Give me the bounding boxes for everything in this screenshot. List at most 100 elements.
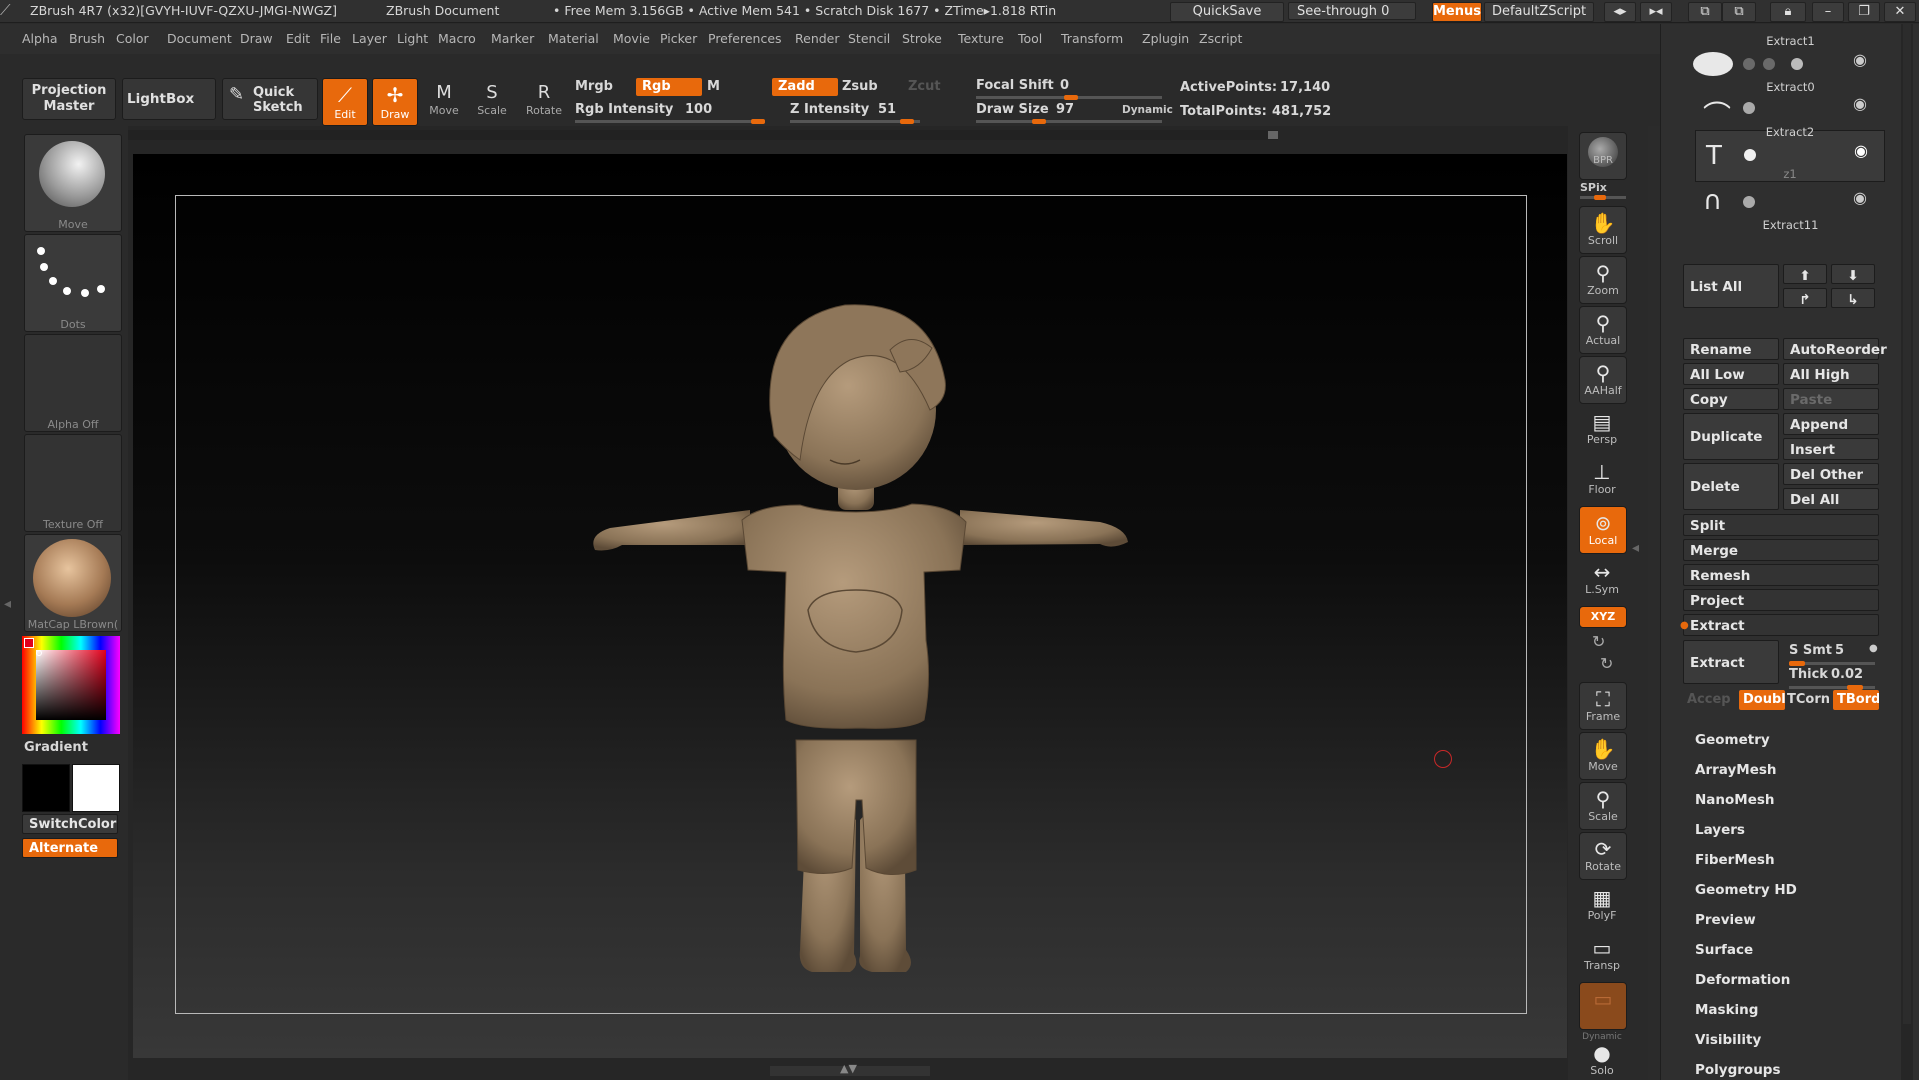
left-tray-arrow-icon[interactable]: ◂ [4,596,12,656]
main-color-black[interactable] [22,764,70,812]
projection-master-button[interactable]: Projection Master [22,78,116,120]
copy-button[interactable]: Copy [1683,388,1779,410]
subtool-eye-icon-a[interactable] [1791,58,1803,70]
menu-material[interactable]: Material [548,31,599,46]
switchcolor-button[interactable]: SwitchColor [22,814,118,834]
zoom-button[interactable]: ⚲ Zoom [1579,256,1627,304]
menu-stencil[interactable]: Stencil [848,31,890,46]
subtool-extract0[interactable]: Extract0 ⌒ ◉ [1703,80,1878,132]
right-tray-arrow-icon[interactable]: ◂ [1632,540,1639,556]
extract-button[interactable]: Extract [1683,640,1779,684]
remesh-section[interactable]: Remesh [1683,564,1879,586]
edit-button[interactable]: ⟋ Edit [322,78,368,126]
subtool-extract1[interactable]: Extract1 ◉ [1693,30,1878,76]
bpr-button[interactable]: BPR [1579,132,1627,180]
move-up-arrow-icon[interactable]: ⬆ [1783,264,1827,284]
color-picker[interactable] [22,636,120,734]
rotate-mode-button[interactable]: R Rotate [520,78,568,124]
gradient-toggle[interactable]: Gradient [24,740,88,755]
collapse-left-icon[interactable]: ◂▸ [1604,2,1636,22]
polypaint-toggle-icon[interactable] [1744,149,1756,161]
panel-scroll-thumb[interactable] [1903,24,1911,1024]
layers-section[interactable]: Layers [1695,822,1895,838]
minimize-icon[interactable]: – [1812,2,1844,22]
menu-color[interactable]: Color [116,31,149,46]
move-bottom-arrow-icon[interactable]: ↳ [1831,288,1875,308]
lock-icon[interactable]: 🔒︎ [1770,2,1806,22]
mrgb-button[interactable]: Mrgb [575,79,613,94]
rotate-view-button[interactable]: ⟳ Rotate [1579,832,1627,880]
visibility-eye-icon[interactable]: ◉ [1854,141,1868,160]
menu-file[interactable]: File [320,31,341,46]
layout-alt-icon[interactable]: ⧉ [1722,2,1756,22]
frame-button[interactable]: ⛶ Frame [1579,682,1627,730]
visibility-eye-icon[interactable]: ◉ [1853,50,1867,69]
arraymesh-section[interactable]: ArrayMesh [1695,762,1895,778]
draw-size-slider[interactable]: Draw Size 97 Dynamic [976,100,1173,124]
xyz-button[interactable]: XYZ [1579,606,1627,628]
thick-slider[interactable]: Thick 0.02 [1785,664,1879,690]
zbrush-logo-icon[interactable]: ⟋ [0,1,11,19]
list-all-button[interactable]: List All [1683,264,1779,308]
masking-section[interactable]: Masking [1695,1002,1895,1018]
menu-alpha[interactable]: Alpha [22,31,58,46]
transp-button[interactable]: ▭ Transp [1579,932,1625,978]
bottom-tray-handle[interactable]: ▲▼ [770,1062,930,1076]
preview-section[interactable]: Preview [1695,912,1895,928]
zsub-button[interactable]: Zsub [842,79,878,94]
tcorner-toggle[interactable]: TCorn [1787,692,1830,707]
geometry-hd-section[interactable]: Geometry HD [1695,882,1895,898]
menu-edit[interactable]: Edit [286,31,310,46]
default-zscript-button[interactable]: DefaultZScript [1484,2,1594,22]
actual-button[interactable]: ⚲ Actual [1579,306,1627,354]
menus-button[interactable]: Menus [1432,2,1482,22]
restore-icon[interactable]: ❐ [1848,2,1880,22]
subtool-extract2-selected[interactable]: Extract2 T ◉ z1 [1695,125,1885,182]
scale-mode-button[interactable]: S Scale [470,78,514,124]
duplicate-button[interactable]: Duplicate [1683,413,1779,460]
geometry-section[interactable]: Geometry [1695,732,1895,748]
draw-button[interactable]: ✢ Draw [372,78,418,126]
delete-button[interactable]: Delete [1683,463,1779,510]
scroll-button[interactable]: ✋ Scroll [1579,206,1627,254]
z-intensity-slider[interactable]: Z Intensity 51 [790,100,920,124]
polyf-button[interactable]: ▦ PolyF [1579,882,1625,928]
menu-movie[interactable]: Movie [613,31,650,46]
menu-tool[interactable]: Tool [1018,31,1042,46]
menu-preferences[interactable]: Preferences [708,31,782,46]
mrgb-toggle-icon[interactable] [1763,58,1775,70]
menu-brush[interactable]: Brush [69,31,105,46]
quick-sketch-button[interactable]: ✎ Quick Sketch [222,78,318,120]
polygroups-section[interactable]: Polygroups [1695,1062,1895,1078]
split-section[interactable]: Split [1683,514,1879,536]
visibility-eye-icon[interactable]: ◉ [1853,188,1867,207]
ghost-button[interactable]: ▭ [1579,982,1627,1030]
collapse-right-icon[interactable]: ▸◂ [1640,2,1672,22]
scroll-thumb[interactable] [1268,131,1278,139]
rotate-y-icon[interactable]: ↻ [1592,632,1605,651]
secondary-color-white[interactable] [72,764,120,812]
menu-stroke[interactable]: Stroke [902,31,942,46]
merge-section[interactable]: Merge [1683,539,1879,561]
menu-render[interactable]: Render [795,31,840,46]
polypaint-toggle-icon[interactable] [1743,196,1755,208]
lightbox-button[interactable]: LightBox [122,78,216,120]
subtool-extract11[interactable]: ∩ ◉ Extract11 [1703,186,1878,232]
dynamic-toggle[interactable]: Dynamic [1122,104,1173,116]
lsym-button[interactable]: ↔ L.Sym [1579,556,1625,602]
zcut-button[interactable]: Zcut [908,79,941,94]
material-selector[interactable]: MatCap LBrown( [24,534,122,632]
alpha-selector[interactable]: Alpha Off [24,334,122,432]
rotate-z-icon[interactable]: ↻ [1600,654,1613,673]
texture-selector[interactable]: Texture Off [24,434,122,532]
floor-button[interactable]: ⊥ Floor [1579,456,1625,502]
fibermesh-section[interactable]: FiberMesh [1695,852,1895,868]
all-high-button[interactable]: All High [1783,363,1879,385]
layout-icon[interactable]: ⧉ [1688,2,1722,22]
menu-light[interactable]: Light [397,31,428,46]
character-model[interactable] [560,260,1160,980]
deformation-section[interactable]: Deformation [1695,972,1895,988]
alternate-button[interactable]: Alternate [22,838,118,858]
rgb-intensity-slider[interactable]: Rgb Intensity 100 [575,100,765,124]
menu-zplugin[interactable]: Zplugin [1142,31,1189,46]
